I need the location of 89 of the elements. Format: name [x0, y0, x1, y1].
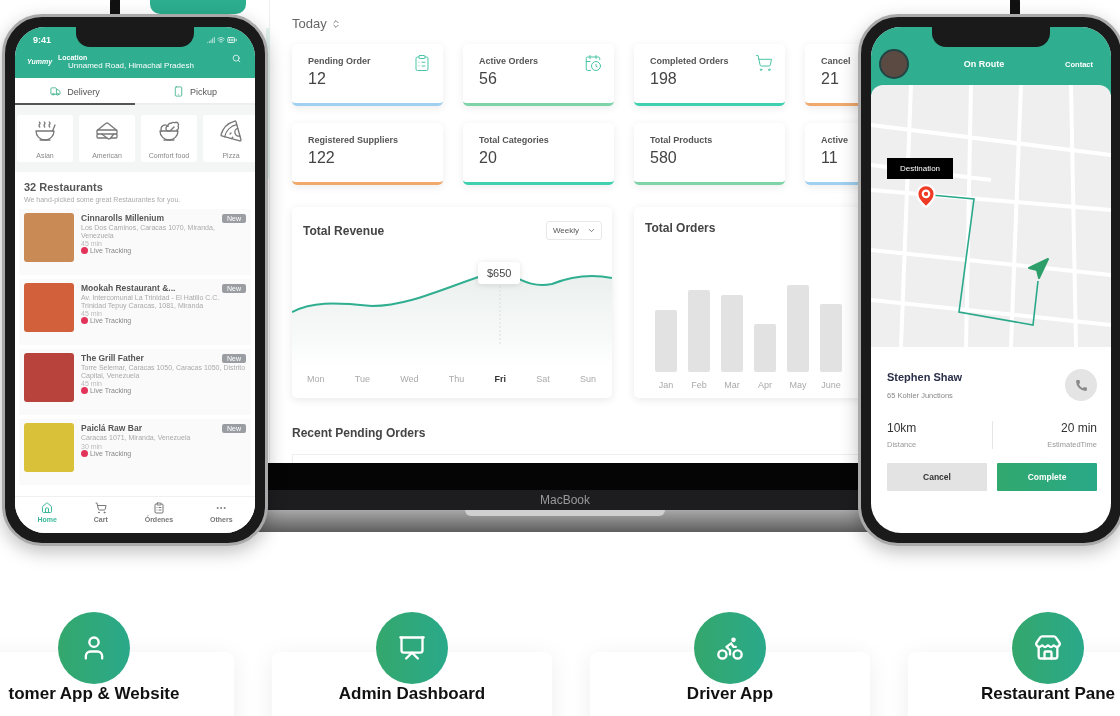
stat-label: Pending Order — [308, 56, 372, 66]
stat-value: 56 — [479, 70, 498, 88]
laptop-brand: MacBook — [540, 493, 590, 507]
restaurant-name: Mookah Restaurant &... — [81, 283, 176, 293]
month-label: June — [821, 380, 841, 390]
feature-title: Driver App — [685, 684, 775, 704]
restaurants-heading: 32 Restaurants — [23, 180, 104, 193]
tracking-dot-icon — [81, 449, 88, 457]
customer-name: Stephen Shaw — [887, 370, 963, 383]
bar-drawing — [754, 324, 776, 372]
complete-button[interactable]: Complete — [997, 463, 1097, 491]
nav-icon — [41, 502, 54, 514]
nav-icon — [94, 502, 107, 514]
stat-value: 20 — [479, 149, 498, 167]
food-icon — [95, 119, 119, 143]
feature-title: Restaurant Pane — [979, 684, 1117, 704]
stat-label: Cancel — [821, 56, 852, 66]
stat-value: 12 — [308, 70, 327, 88]
photo-placeholder — [24, 353, 74, 402]
food-icon — [219, 119, 243, 143]
day-label: Tue — [354, 374, 370, 384]
day-label: Thu — [448, 374, 465, 384]
nav-icon — [152, 502, 165, 514]
section-title: Recent Pending Orders — [292, 426, 426, 440]
feature-icon — [398, 634, 426, 662]
day-label: Mon — [307, 374, 325, 384]
tracking-dot-icon — [81, 387, 88, 395]
feature-title: tomer App & Website — [7, 684, 181, 704]
month-label: Apr — [758, 380, 772, 390]
month-label: Jan — [658, 380, 674, 390]
status-time: 9:41 — [33, 35, 51, 45]
search-icon[interactable] — [232, 54, 241, 63]
stat-icon — [755, 54, 773, 72]
chart-title: Total Revenue — [303, 223, 385, 238]
photo-placeholder — [24, 283, 74, 332]
stat-value: 580 — [650, 149, 678, 167]
feature-title: Admin Dashboard — [337, 684, 487, 704]
restaurant-name: Cinnarolls Millenium — [81, 213, 165, 223]
phone-icon — [1074, 378, 1088, 392]
stat-value: 122 — [308, 149, 336, 167]
photo-placeholder — [24, 423, 74, 472]
stat-icon — [413, 54, 431, 72]
day-label: Sun — [579, 374, 596, 384]
driver-location-icon — [1026, 257, 1050, 281]
day-label: Sat — [536, 374, 550, 384]
restaurant-name: Paiclá Raw Bar — [81, 423, 142, 433]
tracking-dot-icon — [81, 317, 88, 325]
stat-icon — [584, 54, 602, 72]
sort-icon — [330, 18, 341, 29]
value-tooltip: $650 — [478, 262, 521, 284]
stat-label: Total Categories — [479, 135, 550, 145]
time-value: 20 min — [1060, 421, 1097, 435]
food-icon — [33, 119, 57, 143]
wifi-icon — [217, 36, 225, 44]
period-dropdown[interactable]: Weekly — [545, 221, 602, 240]
stat-label: Total Products — [650, 135, 714, 145]
bar-drawing — [655, 310, 677, 372]
chevron-down-icon — [587, 226, 596, 235]
month-label: Feb — [691, 380, 707, 390]
stat-value: 11 — [821, 149, 839, 167]
bar-drawing — [820, 304, 842, 372]
signal-icon — [207, 36, 215, 44]
stat-label: Completed Orders — [650, 56, 730, 66]
truck-icon — [50, 86, 62, 97]
location-value[interactable]: Unnamed Road, Himachal Pradesh — [68, 61, 226, 70]
month-label: May — [789, 380, 807, 390]
destination-label: Destination — [887, 158, 954, 179]
distance-value: 10km — [887, 421, 917, 435]
stat-value: 21 — [821, 70, 840, 88]
food-icon — [157, 119, 181, 143]
period-selector[interactable]: Today — [292, 16, 341, 31]
smartphone-icon — [173, 86, 184, 97]
tracking-dot-icon — [81, 247, 88, 255]
cancel-button[interactable]: Cancel — [887, 463, 987, 491]
avatar — [879, 49, 909, 79]
stat-label: Registered Suppliers — [308, 135, 400, 145]
screen-title: On Route — [963, 59, 1005, 69]
call-button[interactable] — [1065, 369, 1097, 401]
restaurant-name: The Grill Father — [81, 353, 144, 363]
stat-value: 198 — [650, 70, 678, 88]
day-label: Wed — [400, 374, 419, 384]
photo-placeholder — [24, 213, 74, 262]
feature-icon — [1034, 634, 1062, 662]
stat-label: Active Orders — [479, 56, 540, 66]
month-label: Mar — [724, 380, 740, 390]
day-label: Fri — [494, 374, 506, 384]
stat-label: Active — [821, 135, 849, 145]
chart-title: Total Orders — [645, 221, 717, 235]
battery-icon — [227, 35, 237, 45]
